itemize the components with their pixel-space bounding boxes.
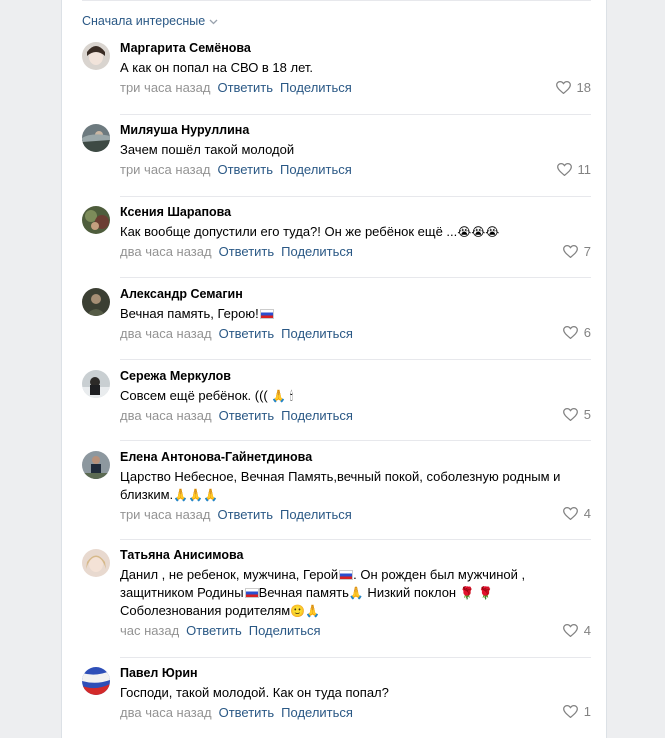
comment-author[interactable]: Ксения Шарапова (120, 204, 591, 220)
like-button[interactable]: 6 (562, 325, 591, 340)
comment-text: Зачем пошёл такой молодой (120, 142, 295, 157)
like-button[interactable]: 4 (562, 506, 591, 521)
comment-time[interactable]: два часа назад (120, 705, 212, 720)
comment-time[interactable]: час назад (120, 623, 179, 638)
chevron-down-icon (209, 19, 218, 25)
comment-text: Вечная память, Герою! (120, 306, 259, 321)
divider (120, 657, 591, 658)
comment-text-line1b: . Он рожден был мужчиной , (353, 567, 526, 582)
rose-emoji: 🌹 🌹 (459, 586, 493, 600)
reply-button[interactable]: Ответить (219, 705, 275, 720)
share-button[interactable]: Поделиться (249, 623, 321, 638)
russia-flag-icon (339, 570, 354, 580)
reply-button[interactable]: Ответить (219, 244, 275, 259)
reply-button[interactable]: Ответить (217, 162, 273, 177)
like-count: 5 (583, 407, 591, 422)
russia-flag-icon (259, 309, 274, 319)
heart-icon (562, 326, 578, 339)
comment-time[interactable]: два часа назад (120, 326, 212, 341)
divider (120, 359, 591, 360)
prayer-emoji: 🙏🙏🙏 (173, 488, 218, 502)
reply-button[interactable]: Ответить (217, 80, 273, 95)
like-button[interactable]: 4 (562, 623, 591, 638)
comment-author[interactable]: Елена Антонова-Гайнетдинова (120, 449, 591, 465)
like-count: 11 (577, 162, 592, 177)
like-button[interactable]: 7 (562, 244, 591, 259)
heart-icon (562, 624, 578, 637)
comment-text: Совсем ещё ребёнок. ((( (120, 388, 268, 403)
comment-time[interactable]: два часа назад (120, 244, 212, 259)
heart-icon (556, 163, 572, 176)
russia-flag-icon (244, 588, 259, 598)
comment-text-line2: близким. (120, 487, 174, 502)
sort-label: Сначала интересные (82, 14, 206, 28)
comment-text-line2b: Вечная память (258, 585, 349, 600)
like-button[interactable]: 11 (556, 162, 592, 177)
share-button[interactable]: Поделиться (281, 705, 353, 720)
comment-text: Как вообще допустили его туда?! Он же ре… (120, 224, 458, 239)
comment-text: Господи, такой молодой. Как он туда попа… (120, 685, 389, 700)
like-count: 18 (576, 80, 591, 95)
like-button[interactable]: 1 (562, 704, 591, 719)
divider (120, 196, 591, 197)
prayer-candle-emoji: 🙏 🕯 (271, 389, 294, 403)
comment-author[interactable]: Павел Юрин (120, 665, 591, 681)
divider (82, 0, 591, 1)
like-count: 7 (583, 244, 591, 259)
comment-author[interactable]: Маргарита Семёнова (120, 40, 591, 56)
comment-author[interactable]: Александр Семагин (120, 286, 591, 302)
like-count: 4 (583, 506, 591, 521)
comment-text-line2c: Низкий поклон (363, 585, 457, 600)
heart-icon (562, 408, 578, 421)
sort-dropdown[interactable]: Сначала интересные (82, 14, 218, 28)
heart-icon (555, 81, 571, 94)
comment-time[interactable]: три часа назад (120, 80, 210, 95)
comment-time[interactable]: три часа назад (120, 507, 210, 522)
comment-author[interactable]: Сережа Меркулов (120, 368, 591, 384)
crying-emoji: 😭😭😭 (457, 225, 500, 239)
share-button[interactable]: Поделиться (280, 162, 352, 177)
like-count: 4 (583, 623, 591, 638)
share-button[interactable]: Поделиться (281, 244, 353, 259)
avatar[interactable] (82, 206, 110, 234)
reply-button[interactable]: Ответить (219, 408, 275, 423)
avatar[interactable] (82, 667, 110, 695)
heart-icon (562, 705, 578, 718)
comment-time[interactable]: три часа назад (120, 162, 210, 177)
share-button[interactable]: Поделиться (281, 326, 353, 341)
comment-text-line1: Царство Небесное, Вечная Память,вечный п… (120, 469, 561, 484)
reply-button[interactable]: Ответить (217, 507, 273, 522)
avatar[interactable] (82, 288, 110, 316)
divider (120, 277, 591, 278)
prayer-emoji: 🙏 (348, 586, 364, 600)
comment-text-line2: защитником Родины (120, 585, 244, 600)
share-button[interactable]: Поделиться (281, 408, 353, 423)
comment-text-line3: Соболезнования родителям (120, 603, 291, 618)
comment-author[interactable]: Татьяна Анисимова (120, 547, 591, 563)
avatar[interactable] (82, 549, 110, 577)
divider (120, 539, 591, 540)
comment-author[interactable]: Миляуша Нуруллина (120, 122, 591, 138)
comments-card: Сначала интересные Маргарита Семёнова А … (61, 0, 607, 738)
reply-button[interactable]: Ответить (186, 623, 242, 638)
divider (120, 114, 591, 115)
share-button[interactable]: Поделиться (280, 507, 352, 522)
comment-time[interactable]: два часа назад (120, 408, 212, 423)
smile-prayer-emoji: 🙂🙏 (290, 604, 321, 618)
avatar[interactable] (82, 124, 110, 152)
like-count: 6 (583, 325, 591, 340)
avatar[interactable] (82, 42, 110, 70)
avatar[interactable] (82, 451, 110, 479)
like-button[interactable]: 5 (562, 407, 591, 422)
divider (120, 440, 591, 441)
heart-icon (562, 507, 578, 520)
like-count: 1 (583, 704, 591, 719)
comment-text: А как он попал на СВО в 18 лет. (120, 60, 314, 75)
comment-text-line1: Данил , не ребенок, мужчина, Герой (120, 567, 339, 582)
heart-icon (562, 245, 578, 258)
share-button[interactable]: Поделиться (280, 80, 352, 95)
reply-button[interactable]: Ответить (219, 326, 275, 341)
avatar[interactable] (82, 370, 110, 398)
like-button[interactable]: 18 (555, 80, 591, 95)
